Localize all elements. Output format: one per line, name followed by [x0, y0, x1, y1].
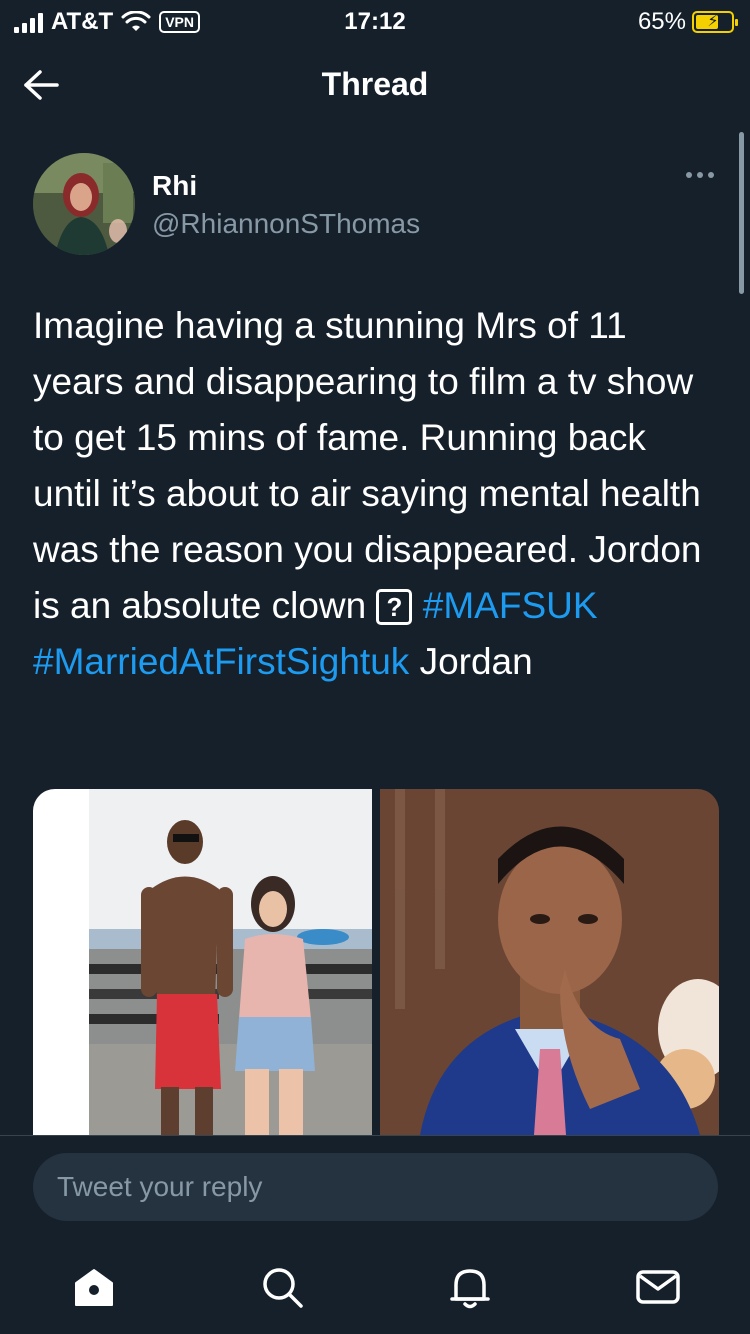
man-in-suit-photo-image: [380, 789, 719, 1135]
media-photo-1[interactable]: [33, 789, 372, 1135]
status-right: 65% ⚡: [637, 8, 738, 36]
tweet-body: Imagine having a stunning Mrs of 11 year…: [33, 305, 702, 626]
tab-search[interactable]: [258, 1263, 306, 1311]
tweet-trailing-text: Jordan: [409, 641, 533, 682]
tab-messages[interactable]: [634, 1263, 682, 1311]
hashtag-mafsuk[interactable]: #MAFSUK: [423, 585, 598, 626]
tab-notifications[interactable]: [446, 1263, 494, 1311]
more-options-button[interactable]: [686, 172, 714, 178]
scrollbar[interactable]: [739, 132, 744, 294]
charging-bolt-icon: ⚡: [707, 13, 719, 30]
author-handle[interactable]: @RhiannonSThomas: [152, 208, 420, 240]
more-dot-icon: [697, 172, 703, 178]
thread-header: Thread: [0, 44, 750, 126]
missing-emoji-icon: ?: [376, 589, 413, 625]
more-dot-icon: [686, 172, 692, 178]
messages-icon: [636, 1270, 680, 1304]
author-name[interactable]: Rhi: [152, 170, 197, 202]
avatar-image: [33, 153, 135, 255]
page-title: Thread: [321, 66, 429, 102]
battery-percent: 65%: [637, 8, 686, 35]
home-icon: [75, 1269, 113, 1306]
tweet-text: Imagine having a stunning Mrs of 11 year…: [33, 298, 723, 690]
search-icon: [263, 1268, 303, 1308]
tweet-media: [33, 789, 719, 1135]
tab-bar: [0, 1235, 750, 1334]
reply-input[interactable]: [33, 1153, 718, 1221]
tab-home[interactable]: [70, 1263, 118, 1311]
media-photo-2[interactable]: [380, 789, 719, 1135]
status-bar: AT&T VPN 17:12 65% ⚡: [0, 0, 750, 44]
beach-photo-image: [33, 789, 372, 1135]
more-dot-icon: [708, 172, 714, 178]
hashtag-married-at-first-sight[interactable]: #MarriedAtFirstSightuk: [33, 641, 409, 682]
reply-area: [0, 1135, 750, 1235]
avatar[interactable]: [33, 153, 135, 255]
battery-icon: ⚡: [692, 11, 738, 33]
notifications-icon: [450, 1269, 490, 1309]
